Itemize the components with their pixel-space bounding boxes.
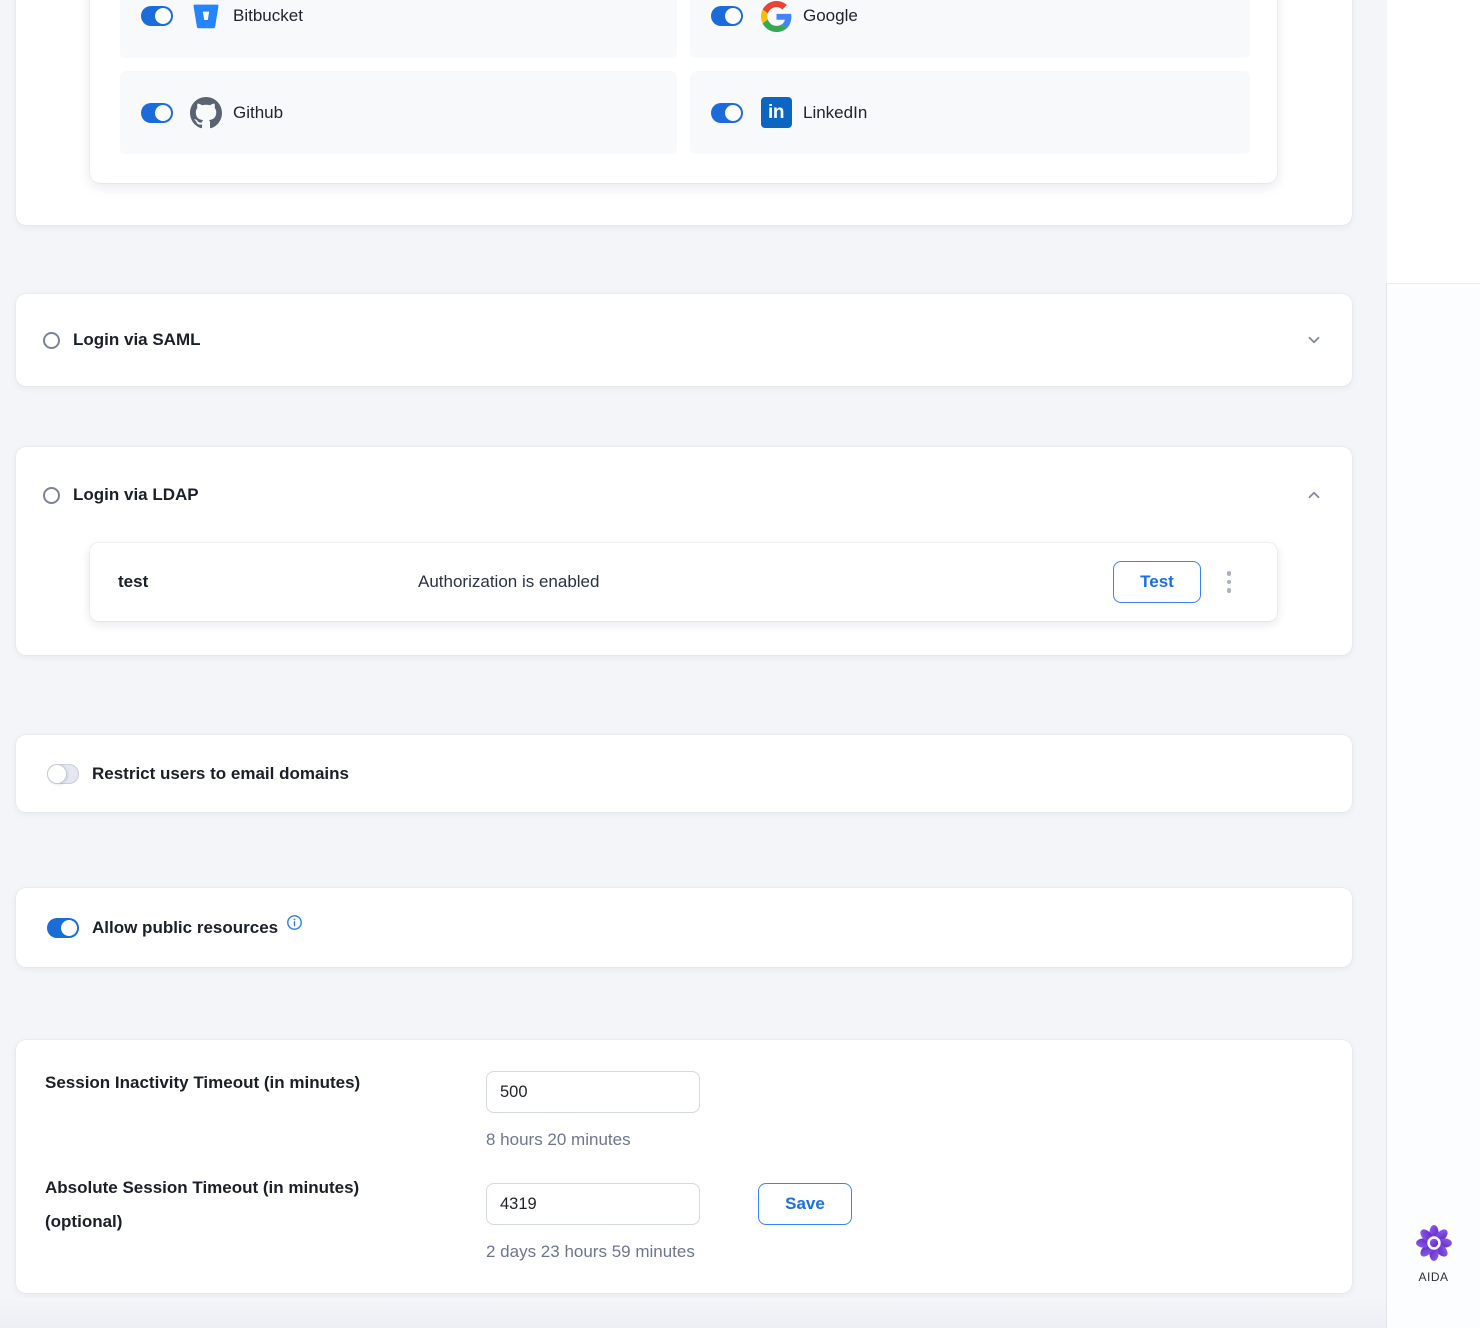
- provider-row-github: Github: [120, 71, 677, 154]
- saml-section-card: Login via SAML: [16, 294, 1352, 386]
- google-icon: [760, 0, 792, 32]
- inactivity-timeout-hint: 8 hours 20 minutes: [486, 1130, 631, 1150]
- oauth-providers-card: Bitbucket Google Github in: [16, 0, 1352, 225]
- provider-row-linkedin: in LinkedIn: [690, 71, 1250, 154]
- test-button[interactable]: Test: [1113, 561, 1201, 603]
- sso-settings-page: Bitbucket Google Github in: [0, 0, 1480, 1328]
- page-bottom-fade: [0, 1298, 1386, 1328]
- absolute-timeout-hint: 2 days 23 hours 59 minutes: [486, 1242, 695, 1262]
- ldap-section-card: Login via LDAP test Authorization is ena…: [16, 447, 1352, 655]
- right-rail: AIDA: [1386, 283, 1480, 1328]
- saml-radio[interactable]: [43, 332, 60, 349]
- absolute-timeout-label: Absolute Session Timeout (in minutes) (o…: [45, 1171, 359, 1239]
- ldap-config-row: test Authorization is enabled Test: [90, 543, 1277, 621]
- brand-badge[interactable]: AIDA: [1387, 1224, 1480, 1284]
- linkedin-icon: in: [760, 97, 792, 129]
- public-resources-toggle[interactable]: [47, 918, 79, 938]
- inactivity-timeout-label: Session Inactivity Timeout (in minutes): [45, 1066, 360, 1100]
- save-button[interactable]: Save: [758, 1183, 852, 1225]
- info-icon[interactable]: [286, 914, 303, 931]
- linkedin-toggle[interactable]: [711, 103, 743, 123]
- provider-label: Google: [803, 6, 858, 26]
- ldap-radio[interactable]: [43, 487, 60, 504]
- github-icon: [190, 97, 222, 129]
- absolute-timeout-input[interactable]: [486, 1183, 700, 1225]
- brand-name: AIDA: [1387, 1270, 1480, 1284]
- chevron-up-icon[interactable]: [1305, 486, 1323, 504]
- provider-row-google: Google: [690, 0, 1250, 58]
- saml-section-title: Login via SAML: [73, 330, 201, 350]
- provider-label: LinkedIn: [803, 103, 867, 123]
- saml-section-header[interactable]: Login via SAML: [16, 294, 1352, 386]
- session-timeout-card: Session Inactivity Timeout (in minutes) …: [16, 1040, 1352, 1293]
- bitbucket-icon: [190, 0, 222, 32]
- ldap-config-name: test: [118, 543, 148, 621]
- restrict-domains-toggle[interactable]: [47, 764, 79, 784]
- oauth-providers-panel: Bitbucket Google Github in: [90, 0, 1277, 183]
- provider-label: Github: [233, 103, 283, 123]
- bitbucket-toggle[interactable]: [141, 6, 173, 26]
- public-resources-label: Allow public resources: [92, 918, 278, 938]
- restrict-domains-card: Restrict users to email domains: [16, 735, 1352, 812]
- ldap-section-header[interactable]: Login via LDAP: [16, 447, 1352, 543]
- aida-flower-icon: [1415, 1224, 1453, 1262]
- google-toggle[interactable]: [711, 6, 743, 26]
- restrict-domains-label: Restrict users to email domains: [92, 764, 349, 784]
- ldap-section-title: Login via LDAP: [73, 485, 199, 505]
- provider-label: Bitbucket: [233, 6, 303, 26]
- right-rail-top: [1387, 0, 1480, 283]
- github-toggle[interactable]: [141, 103, 173, 123]
- provider-row-bitbucket: Bitbucket: [120, 0, 677, 58]
- public-resources-card: Allow public resources: [16, 888, 1352, 967]
- chevron-down-icon[interactable]: [1305, 331, 1323, 349]
- inactivity-timeout-input[interactable]: [486, 1071, 700, 1113]
- ldap-config-status: Authorization is enabled: [418, 543, 599, 621]
- kebab-menu-icon[interactable]: [1218, 543, 1240, 621]
